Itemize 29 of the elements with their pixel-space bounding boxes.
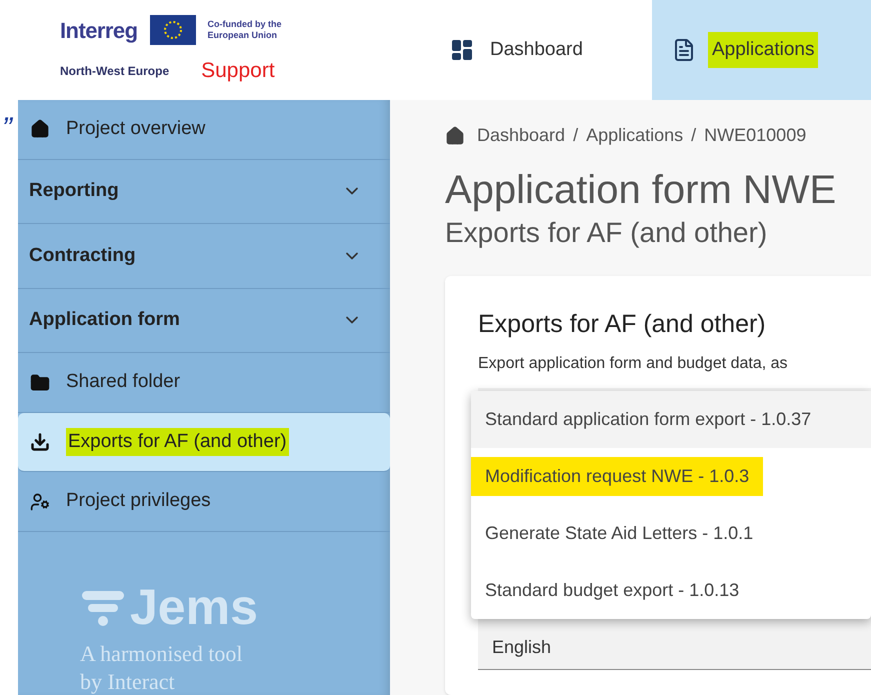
dropdown-option[interactable]: Standard application form export - 1.0.37 (471, 390, 871, 448)
document-icon (672, 38, 696, 62)
sidebar-item[interactable]: Exports for AF (and other) (18, 412, 390, 472)
dropdown-option[interactable]: Generate State Aid Letters - 1.0.1 (471, 504, 871, 562)
sidebar-item[interactable]: Project overview (18, 100, 390, 160)
jems-byline: by Interact (80, 668, 176, 695)
home-icon (445, 126, 465, 146)
language-field[interactable]: English (478, 614, 871, 670)
breadcrumb-link[interactable]: NWE010009 (704, 122, 806, 149)
dashboard-icon (450, 38, 474, 62)
interreg-logo: Interreg Co-funded by the European Union North-West Europe Support (60, 14, 318, 86)
page-subtitle: Exports for AF (and other) (445, 216, 768, 250)
breadcrumb-link[interactable]: Dashboard (477, 122, 566, 149)
home-icon (30, 119, 50, 140)
nav-tab[interactable]: Dashboard (430, 0, 640, 100)
user-gear-icon (30, 492, 50, 512)
nav-tab[interactable]: Applications (652, 0, 871, 100)
breadcrumb-separator: / (573, 124, 578, 147)
annotation-mark: ” (2, 114, 14, 144)
breadcrumb-link[interactable]: Applications (586, 122, 684, 149)
card-title: Exports for AF (and other) (478, 309, 767, 340)
jems-tagline: A harmonised tool (80, 640, 244, 668)
eu-flag-icon (150, 15, 196, 46)
breadcrumb-separator: / (691, 124, 696, 147)
jems-name: Jems (130, 582, 258, 632)
page-title: Application form NWE (445, 167, 838, 214)
download-icon (30, 432, 50, 452)
card-description: Export application form and budget data, as (478, 354, 789, 374)
folder-icon (30, 372, 50, 393)
